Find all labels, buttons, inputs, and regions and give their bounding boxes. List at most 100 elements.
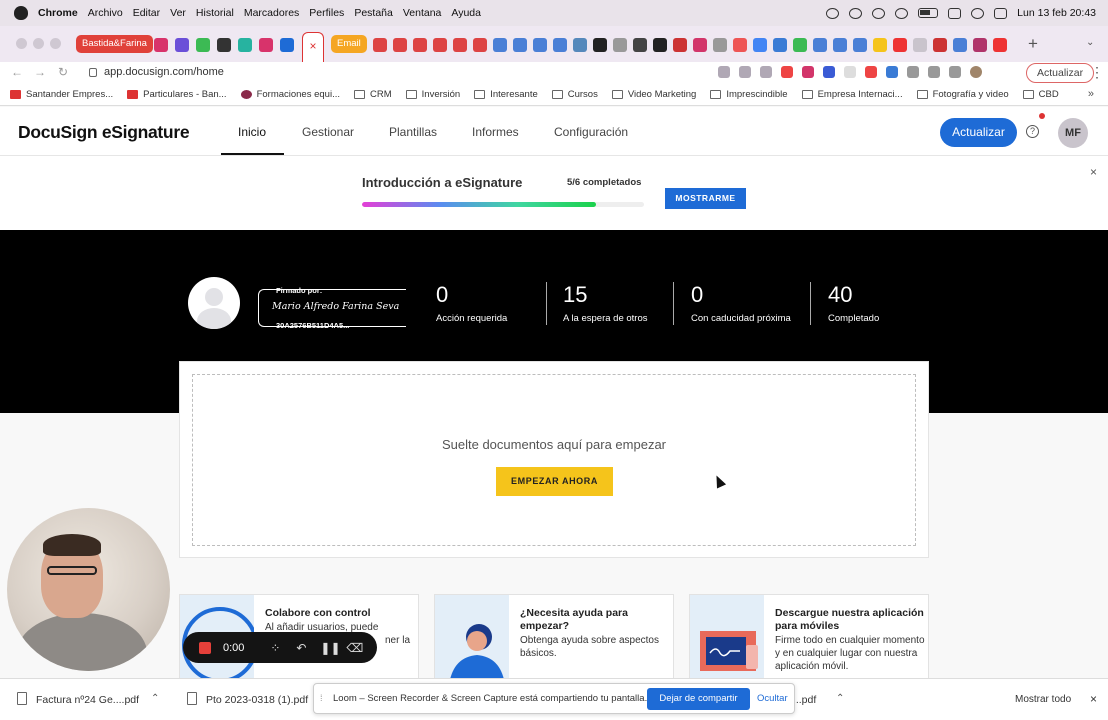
- apple-icon[interactable]: [14, 6, 28, 20]
- bookmark-folder[interactable]: Imprescindible: [710, 89, 788, 100]
- bookmarks-overflow-icon[interactable]: »: [1088, 88, 1094, 100]
- pause-icon[interactable]: ❚❚: [320, 641, 340, 655]
- tab-favicon[interactable]: [873, 38, 887, 52]
- menu-historial[interactable]: Historial: [196, 7, 234, 19]
- new-tab-icon[interactable]: +: [1028, 34, 1038, 54]
- tab-favicon[interactable]: [196, 38, 210, 52]
- bookmark-folder[interactable]: CRM: [354, 89, 392, 100]
- extension-icon[interactable]: [865, 66, 877, 78]
- close-window-icon[interactable]: [16, 38, 27, 49]
- play-icon[interactable]: [895, 7, 909, 19]
- tab-favicon[interactable]: [773, 38, 787, 52]
- stat-completed[interactable]: 40 Completado: [828, 283, 879, 325]
- battery-icon[interactable]: [918, 8, 939, 18]
- extension-icon[interactable]: [907, 66, 919, 78]
- calendar-icon[interactable]: [513, 38, 527, 52]
- chrome-update-button[interactable]: Actualizar: [1026, 63, 1095, 83]
- help-icon[interactable]: ?: [1026, 125, 1039, 138]
- nav-plantillas[interactable]: Plantillas: [389, 125, 437, 139]
- gmail-icon[interactable]: [433, 38, 447, 52]
- undo-icon[interactable]: ↶: [294, 641, 308, 655]
- tab-favicon[interactable]: [613, 38, 627, 52]
- settings-icon[interactable]: [849, 7, 863, 19]
- docs-icon[interactable]: [853, 38, 867, 52]
- bookmark-folder[interactable]: Fotografía y video: [916, 89, 1009, 100]
- bookmark-item[interactable]: Formaciones equi...: [240, 89, 340, 100]
- lock-icon[interactable]: [89, 68, 97, 77]
- bookmark-folder[interactable]: Inversión: [405, 89, 460, 100]
- menu-ventana[interactable]: Ventana: [403, 7, 442, 19]
- docusign-logo[interactable]: DocuSign eSignature: [18, 122, 190, 143]
- active-tab-close-icon[interactable]: ×: [302, 32, 324, 62]
- wifi-icon[interactable]: [948, 7, 962, 19]
- trash-icon[interactable]: ⌫: [346, 641, 363, 655]
- stop-sharing-button[interactable]: Dejar de compartir: [647, 688, 750, 710]
- camera-icon[interactable]: [718, 66, 730, 78]
- hide-banner-button[interactable]: Ocultar: [757, 693, 788, 704]
- bookmark-folder[interactable]: CBD: [1022, 89, 1059, 100]
- upgrade-button[interactable]: Actualizar: [940, 118, 1017, 147]
- gmail-icon[interactable]: [413, 38, 427, 52]
- tab-favicon[interactable]: [238, 38, 252, 52]
- menu-pestana[interactable]: Pestaña: [354, 7, 393, 19]
- chevron-up-icon[interactable]: ⌃: [836, 693, 844, 704]
- profile-photo-placeholder[interactable]: [188, 277, 240, 329]
- bookmark-folder[interactable]: Interesante: [474, 89, 538, 100]
- bookmark-folder[interactable]: Empresa Internaci...: [801, 89, 903, 100]
- tab-favicon[interactable]: [154, 38, 168, 52]
- download-item[interactable]: Pto 2023-0318 (1).pdf: [206, 694, 308, 706]
- youtube-icon[interactable]: [993, 38, 1007, 52]
- nav-configuracion[interactable]: Configuración: [554, 125, 628, 139]
- minimize-window-icon[interactable]: [33, 38, 44, 49]
- tab-favicon[interactable]: [573, 38, 587, 52]
- stat-expiring-soon[interactable]: 0 Con caducidad próxima: [691, 283, 791, 325]
- tab-favicon[interactable]: [973, 38, 987, 52]
- tab-group-bastida[interactable]: Bastida&Farina: [76, 35, 153, 53]
- menu-editar[interactable]: Editar: [133, 7, 160, 19]
- docs-icon[interactable]: [813, 38, 827, 52]
- google-icon[interactable]: [753, 38, 767, 52]
- card-help[interactable]: ¿Necesita ayuda para empezar? Obtenga ay…: [434, 594, 674, 684]
- forward-icon[interactable]: →: [34, 65, 46, 79]
- stop-recording-icon[interactable]: [199, 641, 211, 654]
- back-icon[interactable]: ←: [11, 65, 23, 79]
- grid-icon[interactable]: ⁘: [268, 641, 282, 655]
- signature-icon[interactable]: [826, 7, 840, 19]
- bookmark-item[interactable]: Particulares - Ban...: [127, 89, 227, 100]
- download-item[interactable]: Factura nº24 Ge....pdf: [36, 694, 139, 706]
- menu-ayuda[interactable]: Ayuda: [451, 7, 481, 19]
- menu-datetime[interactable]: Lun 13 feb 20:43: [1017, 7, 1096, 19]
- extension-icon[interactable]: [823, 66, 835, 78]
- extension-icon[interactable]: [781, 66, 793, 78]
- tab-favicon[interactable]: [653, 38, 667, 52]
- bookmark-item[interactable]: Santander Empres...: [10, 89, 113, 100]
- nav-gestionar[interactable]: Gestionar: [302, 125, 354, 139]
- tab-group-email[interactable]: Email: [331, 35, 367, 53]
- kebab-menu-icon[interactable]: ⋮: [1090, 64, 1104, 81]
- stat-action-required[interactable]: 0 Acción requerida: [436, 283, 507, 325]
- menu-perfiles[interactable]: Perfiles: [309, 7, 344, 19]
- tab-favicon[interactable]: [913, 38, 927, 52]
- calendar-icon[interactable]: [493, 38, 507, 52]
- drive-icon[interactable]: [793, 38, 807, 52]
- docs-icon[interactable]: [953, 38, 967, 52]
- youtube-icon[interactable]: [893, 38, 907, 52]
- nav-inicio[interactable]: Inicio: [238, 125, 266, 139]
- reload-icon[interactable]: ↻: [58, 65, 68, 79]
- tab-favicon[interactable]: [933, 38, 947, 52]
- tab-favicon[interactable]: [217, 38, 231, 52]
- signature-name[interactable]: Mario Alfredo Farina Seva: [272, 301, 399, 312]
- show-me-button[interactable]: MOSTRARME: [665, 188, 746, 209]
- url-input[interactable]: app.docusign.com/home: [104, 66, 224, 78]
- bookmark-folder[interactable]: Video Marketing: [611, 89, 696, 100]
- gmail-icon[interactable]: [393, 38, 407, 52]
- nav-informes[interactable]: Informes: [472, 125, 519, 139]
- calendar-icon[interactable]: [533, 38, 547, 52]
- user-avatar[interactable]: MF: [1058, 118, 1088, 148]
- menu-app-name[interactable]: Chrome: [38, 7, 78, 19]
- sidebar-icon[interactable]: [949, 66, 961, 78]
- docs-icon[interactable]: [833, 38, 847, 52]
- drag-handle-icon[interactable]: ⁞: [320, 693, 323, 703]
- share-icon[interactable]: [739, 66, 751, 78]
- chevron-up-icon[interactable]: ⌃: [151, 693, 159, 704]
